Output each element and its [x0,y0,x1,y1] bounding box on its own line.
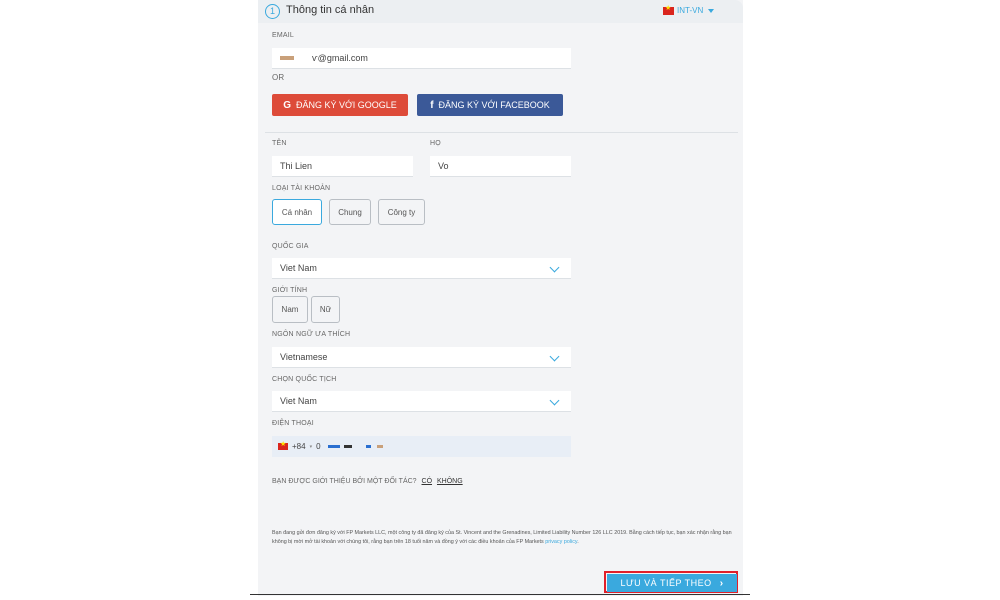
phone-number: 0 [316,442,321,451]
language-label: INT-VN [677,6,704,15]
gender-label: GIỚI TÍNH [272,287,308,294]
section-title: Thông tin cá nhân [286,4,375,16]
legal-disclaimer: Bạn đang gửi đơn đăng ký với FP Markets … [272,529,734,546]
privacy-policy-link[interactable]: privacy policy [545,539,577,545]
phone-country-code[interactable]: +84 [292,442,306,451]
phone-label: ĐIỆN THOẠI [272,420,314,427]
or-label: OR [272,73,285,82]
preferred-language-label: NGÔN NGỮ ƯA THÍCH [272,331,351,338]
nationality-label: CHỌN QUỐC TỊCH [272,376,337,383]
redacted-text [365,445,371,448]
vietnam-flag-icon [663,4,674,15]
section-divider [265,132,738,133]
account-type-individual[interactable]: Cá nhân [272,199,322,225]
nationality-select[interactable]: Viet Nam [272,391,571,412]
referral-question: BẠN ĐƯỢC GIỚI THIỆU BỞI MỘT ĐỐI TÁC? CÓ … [272,478,463,485]
country-select[interactable]: Viet Nam [272,258,571,279]
email-field[interactable]: ѵ@gmail.com [272,48,571,69]
first-name-label: TÊN [272,140,287,147]
google-signup-button[interactable]: G ĐĂNG KÝ VỚI GOOGLE [272,94,408,116]
vietnam-flag-icon [278,440,288,450]
page-bottom-border [250,594,750,595]
chevron-down-icon: ▾ [309,443,313,450]
gender-male[interactable]: Nam [272,296,308,323]
legal-text: Bạn đang gửi đơn đăng ký với FP Markets … [272,530,732,545]
first-name-field[interactable]: Thi Lien [272,156,413,177]
google-button-label: ĐĂNG KÝ VỚI GOOGLE [296,100,397,110]
redacted-text [376,445,383,448]
caret-down-icon [708,8,715,13]
legal-end: . [577,538,579,545]
redacted-text [327,445,340,448]
preferred-language-select[interactable]: Vietnamese [272,347,571,368]
email-label: EMAIL [272,32,295,39]
step-indicator: 1 [265,4,280,19]
email-value: ѵ@gmail.com [312,53,368,63]
account-type-joint[interactable]: Chung [329,199,371,225]
last-name-field[interactable]: Vo [430,156,571,177]
account-type-label: LOẠI TÀI KHOẢN [272,185,331,192]
last-name-label: HỌ [430,140,441,147]
gender-female[interactable]: Nữ [311,296,340,323]
submit-label: LƯU VÀ TIẾP THEO [620,578,712,588]
redacted-text [343,445,352,448]
chevron-right-icon: › [719,577,724,589]
facebook-signup-button[interactable]: f ĐĂNG KÝ VỚI FACEBOOK [417,94,563,116]
referral-question-text: BẠN ĐƯỢC GIỚI THIỆU BỞI MỘT ĐỐI TÁC? [272,478,417,485]
facebook-button-label: ĐĂNG KÝ VỚI FACEBOOK [438,100,550,110]
phone-field[interactable]: +84 ▾ 0 [272,436,571,457]
save-and-continue-button[interactable]: LƯU VÀ TIẾP THEO › [607,574,737,592]
country-label: QUỐC GIA [272,243,309,250]
language-selector[interactable]: INT-VN [663,4,715,15]
referral-yes-link[interactable]: CÓ [422,478,433,485]
account-type-company[interactable]: Công ty [378,199,425,225]
redacted-text [280,56,294,60]
referral-no-link[interactable]: KHÔNG [437,478,463,485]
google-icon: G [283,99,292,111]
facebook-icon: f [430,99,434,111]
